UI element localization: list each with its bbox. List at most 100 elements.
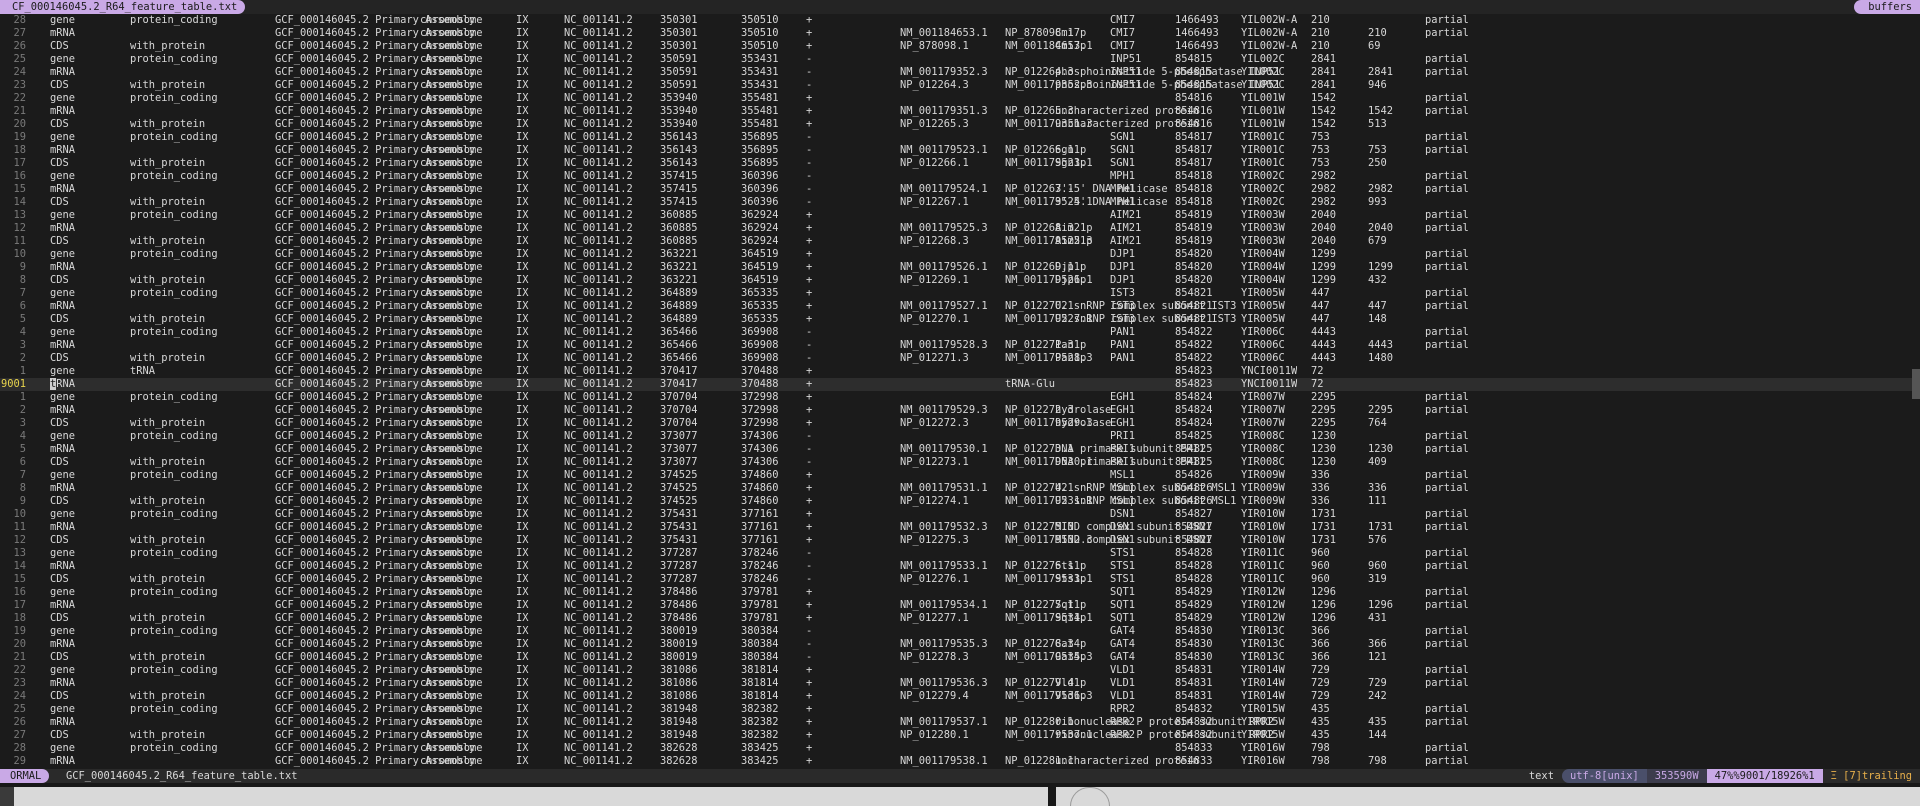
text-line[interactable]: 5 mRNA GCF_000146045.2 Primary Assembly chr…: [0, 443, 1920, 456]
text-line[interactable]: 1 gene tRNA GCF_000146045.2 Primary Assembl…: [0, 365, 1920, 378]
text-line[interactable]: 12 mRNA GCF_000146045.2 Primary Assembly ch…: [0, 222, 1920, 235]
text-line[interactable]: 26 mRNA GCF_000146045.2 Primary Assembly ch…: [0, 716, 1920, 729]
field-13: INP51: [1110, 79, 1142, 91]
text-line[interactable]: 9 mRNA GCF_000146045.2 Primary Assembly chr…: [0, 261, 1920, 274]
text-line[interactable]: 21 CDS with_protein GCF_000146045.2 Primary…: [0, 651, 1920, 664]
text-line[interactable]: 8 mRNA GCF_000146045.2 Primary Assembly chr…: [0, 482, 1920, 495]
field-14: 854820: [1175, 261, 1213, 273]
text-line[interactable]: 17 CDS with_protein GCF_000146045.2 Primary…: [0, 157, 1920, 170]
text-line[interactable]: 18 mRNA GCF_000146045.2 Primary Assembly ch…: [0, 144, 1920, 157]
text-line[interactable]: 26 CDS with_protein GCF_000146045.2 Primary…: [0, 40, 1920, 53]
text-line[interactable]: 24 mRNA GCF_000146045.2 Primary Assembly ch…: [0, 66, 1920, 79]
field-1: gene: [50, 586, 76, 598]
text-line[interactable]: 1 gene protein_coding GCF_000146045.2 Prima…: [0, 391, 1920, 404]
field-18: partial: [1425, 521, 1469, 533]
field-14: 854831: [1175, 690, 1213, 702]
field-6: NC_001141.2: [564, 456, 633, 468]
text-line[interactable]: 13 gene protein_coding GCF_000146045.2 Prim…: [0, 209, 1920, 222]
text-line[interactable]: 2 mRNA GCF_000146045.2 Primary Assembly chr…: [0, 404, 1920, 417]
text-line[interactable]: 24 CDS with_protein GCF_000146045.2 Primary…: [0, 690, 1920, 703]
field-8: 374306: [741, 456, 779, 468]
text-line[interactable]: 11 mRNA GCF_000146045.2 Primary Assembly ch…: [0, 521, 1920, 534]
text-line[interactable]: 8 CDS with_protein GCF_000146045.2 Primary …: [0, 274, 1920, 287]
text-line[interactable]: 25 gene protein_coding GCF_000146045.2 Prim…: [0, 53, 1920, 66]
text-line[interactable]: 15 CDS with_protein GCF_000146045.2 Primary…: [0, 573, 1920, 586]
text-line[interactable]: 12 CDS with_protein GCF_000146045.2 Primary…: [0, 534, 1920, 547]
text-line[interactable]: 19 gene protein_coding GCF_000146045.2 Prim…: [0, 625, 1920, 638]
text-line[interactable]: 29 mRNA GCF_000146045.2 Primary Assembly ch…: [0, 755, 1920, 768]
editor-pane[interactable]: 28 gene protein_coding GCF_000146045.2 Prim…: [0, 14, 1920, 774]
file-tab[interactable]: CF_000146045.2_R64_feature_table.txt: [0, 0, 246, 14]
text-line[interactable]: 20 mRNA GCF_000146045.2 Primary Assembly ch…: [0, 638, 1920, 651]
text-line[interactable]: 3 CDS with_protein GCF_000146045.2 Primary …: [0, 417, 1920, 430]
field-1: CDS: [50, 352, 69, 364]
buffers-button[interactable]: buffers: [1854, 0, 1920, 14]
text-line[interactable]: 13 gene protein_coding GCF_000146045.2 Prim…: [0, 547, 1920, 560]
text-line[interactable]: 10 gene protein_coding GCF_000146045.2 Prim…: [0, 508, 1920, 521]
field-18: partial: [1425, 404, 1469, 416]
field-16: 210: [1311, 40, 1330, 52]
text-line[interactable]: 20 CDS with_protein GCF_000146045.2 Primary…: [0, 118, 1920, 131]
text-line[interactable]: 4 gene protein_coding GCF_000146045.2 Prima…: [0, 326, 1920, 339]
field-15: YIR012W: [1241, 586, 1285, 598]
text-line[interactable]: 21 mRNA GCF_000146045.2 Primary Assembly ch…: [0, 105, 1920, 118]
field-9: -: [806, 651, 813, 663]
field-8: 370488: [741, 365, 779, 377]
field-7: 377287: [660, 560, 698, 572]
field-5: IX: [516, 235, 529, 247]
field-8: 364519: [741, 261, 779, 273]
field-9: -: [806, 196, 813, 208]
text-line[interactable]: 7 gene protein_coding GCF_000146045.2 Prima…: [0, 287, 1920, 300]
text-line[interactable]: 27 mRNA GCF_000146045.2 Primary Assembly ch…: [0, 27, 1920, 40]
field-9: -: [806, 79, 813, 91]
field-14: 854818: [1175, 196, 1213, 208]
line-number: 15: [13, 573, 26, 585]
field-18: partial: [1425, 664, 1469, 676]
field-6: NC_001141.2: [564, 443, 633, 455]
text-line[interactable]: 27 CDS with_protein GCF_000146045.2 Primary…: [0, 729, 1920, 742]
text-line[interactable]: 16 gene protein_coding GCF_000146045.2 Prim…: [0, 586, 1920, 599]
text-line[interactable]: 19 gene protein_coding GCF_000146045.2 Prim…: [0, 131, 1920, 144]
text-line[interactable]: 6 mRNA GCF_000146045.2 Primary Assembly chr…: [0, 300, 1920, 313]
text-line[interactable]: 17 mRNA GCF_000146045.2 Primary Assembly ch…: [0, 599, 1920, 612]
text-line[interactable]: 9 CDS with_protein GCF_000146045.2 Primary …: [0, 495, 1920, 508]
command-line[interactable]: [0, 783, 1920, 806]
text-line[interactable]: 22 gene protein_coding GCF_000146045.2 Prim…: [0, 664, 1920, 677]
field-8: 350510: [741, 40, 779, 52]
field-1: mRNA: [50, 404, 76, 416]
text-line[interactable]: 23 CDS with_protein GCF_000146045.2 Primary…: [0, 79, 1920, 92]
text-line[interactable]: 11 CDS with_protein GCF_000146045.2 Primary…: [0, 235, 1920, 248]
text-line[interactable]: 6 CDS with_protein GCF_000146045.2 Primary …: [0, 456, 1920, 469]
text-line[interactable]: 22 gene protein_coding GCF_000146045.2 Prim…: [0, 92, 1920, 105]
scrollbar-thumb[interactable]: [1912, 369, 1920, 399]
field-13: CMI7: [1110, 14, 1136, 26]
current-line[interactable]: 9001 tRNA GCF_000146045.2 Primary Assembly…: [0, 378, 1920, 391]
field-4: chromosome: [420, 183, 483, 195]
text-line[interactable]: 3 mRNA GCF_000146045.2 Primary Assembly chr…: [0, 339, 1920, 352]
field-7: 360885: [660, 235, 698, 247]
field-1: CDS: [50, 456, 69, 468]
field-6: NC_001141.2: [564, 573, 633, 585]
text-line[interactable]: 28 gene protein_coding GCF_000146045.2 Prim…: [0, 14, 1920, 27]
text-line[interactable]: 14 mRNA GCF_000146045.2 Primary Assembly ch…: [0, 560, 1920, 573]
field-4: chromosome: [420, 248, 483, 260]
text-line[interactable]: 15 mRNA GCF_000146045.2 Primary Assembly ch…: [0, 183, 1920, 196]
text-line[interactable]: 5 CDS with_protein GCF_000146045.2 Primary …: [0, 313, 1920, 326]
field-1: gene: [50, 625, 76, 637]
text-line[interactable]: 4 gene protein_coding GCF_000146045.2 Prima…: [0, 430, 1920, 443]
scrollbar[interactable]: [1912, 14, 1920, 769]
text-line[interactable]: 18 CDS with_protein GCF_000146045.2 Primary…: [0, 612, 1920, 625]
line-number: 24: [13, 66, 26, 78]
text-line[interactable]: 25 gene protein_coding GCF_000146045.2 Prim…: [0, 703, 1920, 716]
line-number: 2: [19, 404, 26, 416]
text-line[interactable]: 23 mRNA GCF_000146045.2 Primary Assembly ch…: [0, 677, 1920, 690]
text-line[interactable]: 14 CDS with_protein GCF_000146045.2 Primary…: [0, 196, 1920, 209]
text-line[interactable]: 28 gene protein_coding GCF_000146045.2 Prim…: [0, 742, 1920, 755]
text-line[interactable]: 2 CDS with_protein GCF_000146045.2 Primary …: [0, 352, 1920, 365]
text-line[interactable]: 10 gene protein_coding GCF_000146045.2 Prim…: [0, 248, 1920, 261]
field-8: 353431: [741, 79, 779, 91]
text-line[interactable]: 16 gene protein_coding GCF_000146045.2 Prim…: [0, 170, 1920, 183]
field-7: 356143: [660, 157, 698, 169]
field-10: NP_012269.1: [900, 274, 969, 286]
text-line[interactable]: 7 gene protein_coding GCF_000146045.2 Prima…: [0, 469, 1920, 482]
